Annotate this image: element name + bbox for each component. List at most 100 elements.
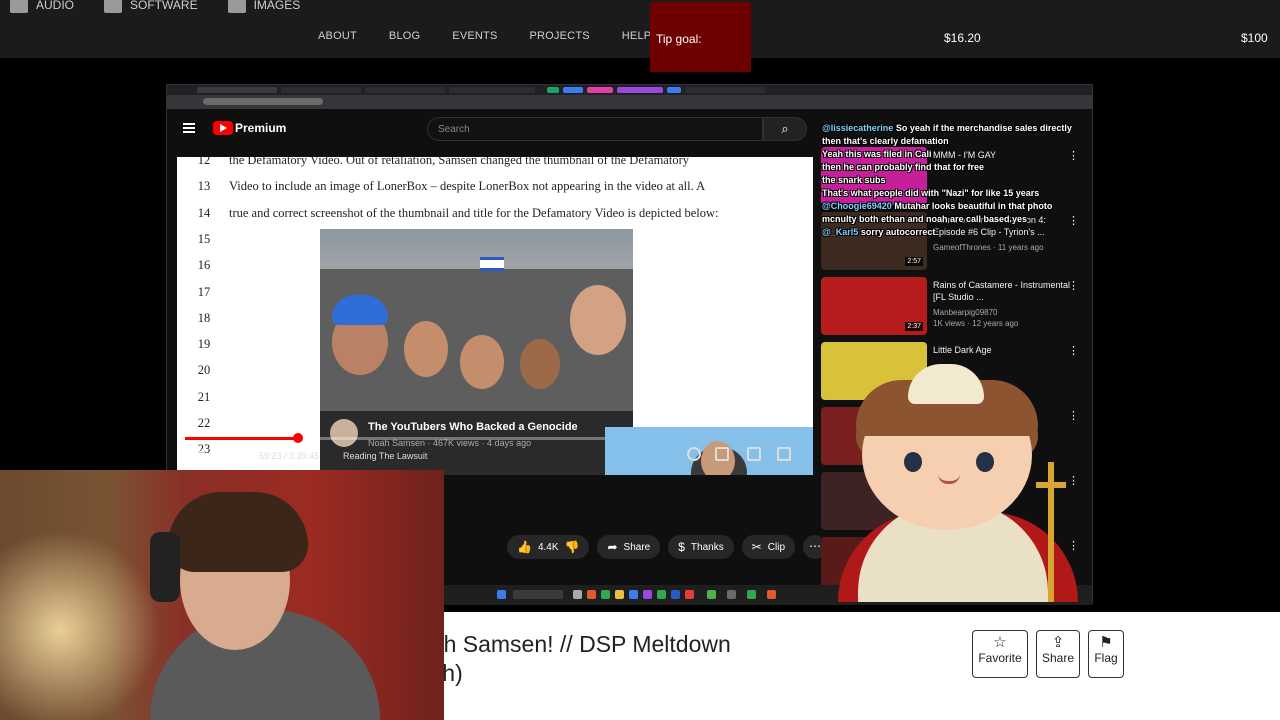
- share-button[interactable]: ➦ Share: [597, 535, 661, 559]
- recommendation-title[interactable]: Rains of Castamere - Instrumental [FL St…: [933, 279, 1073, 303]
- kebab-menu-icon[interactable]: ⋮: [1068, 279, 1079, 292]
- main-nav: ABOUT BLOG EVENTS PROJECTS HELP: [318, 30, 683, 42]
- software-icon: [104, 0, 123, 13]
- share-page-button[interactable]: ⇪ Share: [1036, 630, 1080, 678]
- theater-icon[interactable]: [747, 447, 761, 461]
- taskbar-app-icon[interactable]: [747, 590, 756, 599]
- favorite-button[interactable]: ☆ Favorite: [972, 630, 1028, 678]
- audio-icon: [10, 0, 28, 13]
- category-images[interactable]: IMAGES: [227, 0, 300, 16]
- thanks-button[interactable]: $ Thanks: [668, 535, 734, 559]
- duration-badge: 2:37: [905, 322, 923, 331]
- taskbar-app-icon[interactable]: [601, 590, 610, 599]
- stream-screen: AUDIO SOFTWARE IMAGES ABOUT BLOG EVENTS …: [0, 0, 1280, 720]
- taskbar-app-icon[interactable]: [657, 590, 666, 599]
- taskbar-app-icon[interactable]: [629, 590, 638, 599]
- chat-message: the snark subs: [822, 174, 1084, 187]
- progress-handle[interactable]: [293, 433, 304, 443]
- line-number: 17: [197, 284, 211, 299]
- browser-tab[interactable]: [563, 87, 583, 93]
- search-icon: ⌕: [781, 121, 789, 136]
- taskbar-app-icon[interactable]: [671, 590, 680, 599]
- nav-events[interactable]: EVENTS: [452, 30, 497, 42]
- kebab-menu-icon[interactable]: ⋮: [1068, 344, 1079, 357]
- line-number: 22: [197, 416, 211, 430]
- thumbnail-image: [320, 229, 633, 411]
- taskbar-app-icon[interactable]: [685, 590, 694, 599]
- taskbar-app-icon[interactable]: [727, 590, 736, 599]
- webcam-lamp-glow: [0, 530, 160, 720]
- nav-about[interactable]: ABOUT: [318, 30, 357, 42]
- mascot-cap: [908, 364, 984, 404]
- settings-icon[interactable]: [687, 447, 701, 461]
- taskbar-app-icon[interactable]: [707, 590, 716, 599]
- taskbar-app-icon[interactable]: [573, 590, 582, 599]
- chapter-title[interactable]: Reading The Lawsuit: [343, 451, 427, 461]
- tip-current: $16.20: [944, 31, 981, 45]
- taskbar-app-icon[interactable]: [643, 590, 652, 599]
- player-controls: 59:23 / 3:39:45 Reading The Lawsuit: [177, 433, 607, 475]
- headphones-icon: [150, 532, 180, 602]
- browser-tab[interactable]: [449, 87, 535, 93]
- thumbs-down-icon[interactable]: 👎: [565, 540, 580, 554]
- youtube-logo-icon[interactable]: [213, 121, 233, 135]
- volume-icon[interactable]: [223, 451, 239, 465]
- address-bar[interactable]: [167, 95, 1092, 109]
- thumbs-up-icon: 👍: [517, 540, 532, 554]
- browser-tab[interactable]: [197, 87, 277, 93]
- browser-tab[interactable]: [547, 87, 559, 93]
- browser-tab[interactable]: [281, 87, 361, 93]
- subtitles-icon[interactable]: [715, 447, 729, 461]
- taskbar-search[interactable]: [513, 590, 563, 599]
- recommendation-item[interactable]: 2:37 Rains of Castamere - Instrumental [F…: [821, 277, 1085, 339]
- chat-text: mcnulty both ethan and noah are call bas…: [822, 214, 1028, 224]
- like-button[interactable]: 👍 4.4K 👎: [507, 535, 590, 559]
- chat-message: @Choogie69420 Mutahar looks beautiful in…: [822, 200, 1084, 213]
- play-icon[interactable]: [189, 451, 205, 465]
- video-actions: 👍 4.4K 👎 ➦ Share $ Thanks ✂ Clip ⋯: [507, 535, 828, 559]
- mascot-eye: [976, 452, 994, 472]
- recommendation-title[interactable]: Little Dark Age: [933, 344, 1073, 356]
- mascot-eye: [904, 452, 922, 472]
- nav-help[interactable]: HELP: [622, 30, 652, 42]
- recommendation-meta: Manbearpig09870 1K views · 12 years ago: [933, 308, 1019, 328]
- clip-button[interactable]: ✂ Clip: [741, 535, 796, 559]
- recommendation-thumbnail[interactable]: 2:37: [821, 277, 927, 335]
- mascot-staff: [1036, 462, 1066, 602]
- search-button[interactable]: ⌕: [763, 117, 807, 141]
- chat-text: That's what people did with "Nazi" for l…: [822, 188, 1040, 198]
- video-player[interactable]: 12 the Defamatory Video. Out of retaliati…: [177, 157, 813, 475]
- taskbar-app-icon[interactable]: [615, 590, 624, 599]
- start-icon[interactable]: [497, 590, 506, 599]
- menu-icon[interactable]: [183, 123, 195, 133]
- flag-button[interactable]: ⚑ Flag: [1088, 630, 1124, 678]
- webcam-feed: [0, 470, 444, 720]
- category-software[interactable]: SOFTWARE: [104, 0, 198, 16]
- favorite-label: Favorite: [978, 651, 1022, 665]
- browser-tab[interactable]: [667, 87, 681, 93]
- search-input[interactable]: Search: [427, 117, 763, 141]
- nav-projects[interactable]: PROJECTS: [530, 30, 590, 42]
- browser-tab[interactable]: [617, 87, 663, 93]
- thumbnail-person: [460, 335, 504, 389]
- nav-blog[interactable]: BLOG: [389, 30, 420, 42]
- thumbnail-person: [570, 285, 626, 355]
- streamer-hair: [168, 492, 308, 572]
- taskbar-app-icon[interactable]: [767, 590, 776, 599]
- chat-text: Yeah this was filed in Cali: [822, 149, 932, 159]
- taskbar-app-icon[interactable]: [587, 590, 596, 599]
- line-number: 13: [197, 179, 211, 194]
- browser-tab[interactable]: [685, 87, 765, 93]
- browser-tab[interactable]: [587, 87, 613, 93]
- flag-icon: ⚑: [1099, 634, 1113, 651]
- browser-tab[interactable]: [365, 87, 445, 93]
- line-number: 15: [197, 231, 211, 246]
- chat-text: the snark subs: [822, 175, 886, 185]
- chat-message: then he can probably find that for free: [822, 161, 1084, 174]
- share-arrow-icon: ➦: [607, 540, 618, 554]
- chat-message: @lissiecatherine So yeah if the merchand…: [822, 122, 1084, 148]
- category-audio[interactable]: AUDIO: [10, 0, 74, 16]
- scissors-icon: ✂: [751, 540, 762, 554]
- chat-text: sorry autocorrect: [860, 227, 936, 237]
- fullscreen-icon[interactable]: [777, 447, 791, 461]
